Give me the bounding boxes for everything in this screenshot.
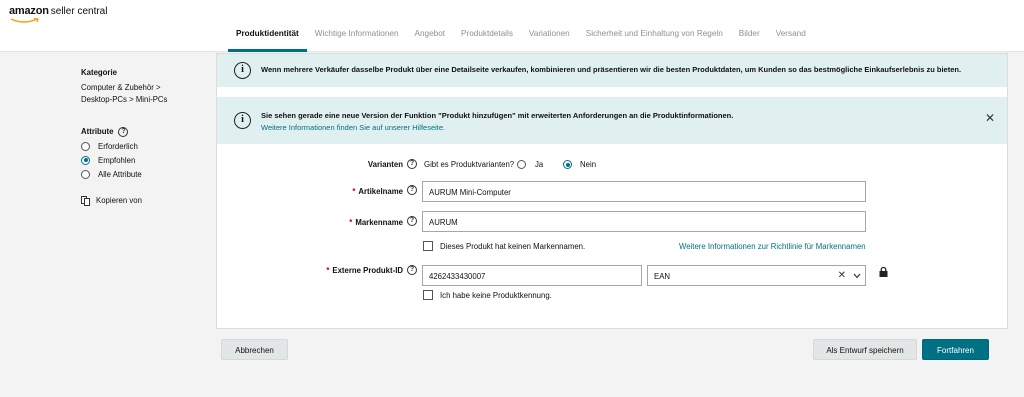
tab-key-information[interactable]: Wichtige Informationen	[307, 20, 407, 52]
external-id-label: * Externe Produkt-ID	[326, 266, 403, 275]
no-product-id-label: Ich habe keine Produktkennung.	[440, 291, 552, 300]
copy-icon	[81, 195, 90, 206]
variants-yes-label: Ja	[535, 160, 544, 169]
attribute-filter-all[interactable]: Alle Attribute	[81, 169, 211, 179]
alert-text: Sie sehen gerade eine neue Version der F…	[261, 111, 733, 132]
tab-images[interactable]: Bilder	[731, 20, 768, 52]
copy-from-link[interactable]: Kopieren von	[81, 195, 211, 206]
radio-icon[interactable]	[81, 141, 90, 151]
radio-icon[interactable]	[81, 169, 90, 179]
help-icon[interactable]: ?	[118, 126, 129, 137]
item-name-label: * Artikelname	[352, 187, 403, 196]
cancel-button[interactable]: Abbrechen	[221, 339, 288, 360]
id-type-value: EAN	[654, 272, 671, 281]
variants-question: Gibt es Produktvarianten?	[424, 160, 515, 169]
info-alert-new-version: i Sie sehen gerade eine neue Version der…	[217, 97, 1007, 144]
variants-no-label: Nein	[580, 160, 597, 169]
tab-shipping[interactable]: Versand	[768, 20, 814, 52]
info-icon: i	[234, 112, 251, 129]
top-bar: amazon seller central Produktidentität Wi…	[0, 0, 1024, 52]
attribute-filter-recommended[interactable]: Empfohlen	[81, 155, 211, 165]
category-path-line1[interactable]: Computer & Zubehör >	[81, 82, 211, 94]
clear-icon[interactable]: ✕	[838, 270, 846, 281]
id-type-select[interactable]: EAN ✕	[647, 265, 866, 286]
attribute-filter-required[interactable]: Erforderlich	[81, 141, 211, 151]
amazon-seller-central-logo[interactable]: amazon seller central	[9, 5, 107, 25]
variants-label: Varianten	[367, 160, 403, 169]
brand-name-label: * Markenname	[349, 218, 403, 227]
no-brand-checkbox[interactable]	[423, 241, 433, 251]
info-alert-merge: i Wenn mehrere Verkäufer dasselbe Produk…	[217, 54, 1007, 87]
logo-word: amazon	[9, 5, 49, 17]
external-id-input[interactable]: 4262433430007	[422, 265, 642, 286]
radio-selected-icon[interactable]	[81, 155, 90, 165]
help-page-link[interactable]: Weitere Informationen finden Sie auf uns…	[261, 123, 733, 132]
continue-button[interactable]: Fortfahren	[922, 339, 989, 360]
tab-bar: Produktidentität Wichtige Informationen …	[228, 20, 814, 52]
item-name-input[interactable]: AURUM Mini-Computer	[422, 181, 866, 202]
sidebar: Kategorie Computer & Zubehör > Desktop-P…	[81, 68, 211, 206]
help-icon[interactable]: ?	[407, 216, 417, 226]
info-icon: i	[234, 62, 251, 79]
alert-message: Sie sehen gerade eine neue Version der F…	[261, 111, 734, 120]
tab-safety-compliance[interactable]: Sicherheit und Einhaltung von Regeln	[578, 20, 731, 52]
variants-no-radio[interactable]	[563, 160, 572, 169]
alert-text: Wenn mehrere Verkäufer dasselbe Produkt …	[261, 65, 962, 74]
category-path-line2[interactable]: Desktop-PCs > Mini-PCs	[81, 94, 211, 106]
tab-offer[interactable]: Angebot	[407, 20, 454, 52]
copy-label: Kopieren von	[96, 196, 142, 206]
no-brand-label: Dieses Produkt hat keinen Markennamen.	[440, 242, 586, 251]
category-path: Computer & Zubehör > Desktop-PCs > Mini-…	[81, 82, 211, 107]
tab-product-identity[interactable]: Produktidentität	[228, 20, 307, 52]
lock-icon	[879, 267, 888, 277]
tab-product-details[interactable]: Produktdetails	[453, 20, 521, 52]
close-icon[interactable]: ✕	[985, 111, 995, 125]
radio-label: Alle Attribute	[98, 169, 142, 179]
help-icon[interactable]: ?	[407, 185, 417, 195]
radio-label: Empfohlen	[98, 155, 136, 165]
attributes-heading-row: Attribute ?	[81, 126, 211, 137]
attributes-heading: Attribute	[81, 127, 114, 137]
chevron-down-icon[interactable]	[853, 273, 861, 279]
brand-name-input[interactable]: AURUM	[422, 211, 866, 232]
help-icon[interactable]: ?	[407, 265, 417, 275]
help-icon[interactable]: ?	[407, 159, 417, 169]
tab-variations[interactable]: Variationen	[521, 20, 578, 52]
variants-yes-radio[interactable]	[517, 160, 526, 169]
amazon-smile-icon	[10, 18, 39, 23]
logo-product: seller central	[50, 6, 108, 17]
brand-policy-link[interactable]: Weitere Informationen zur Richtlinie für…	[679, 242, 866, 251]
category-heading: Kategorie	[81, 68, 117, 77]
radio-label: Erforderlich	[98, 141, 138, 151]
save-draft-button[interactable]: Als Entwurf speichern	[813, 339, 917, 360]
no-product-id-checkbox[interactable]	[423, 290, 433, 300]
